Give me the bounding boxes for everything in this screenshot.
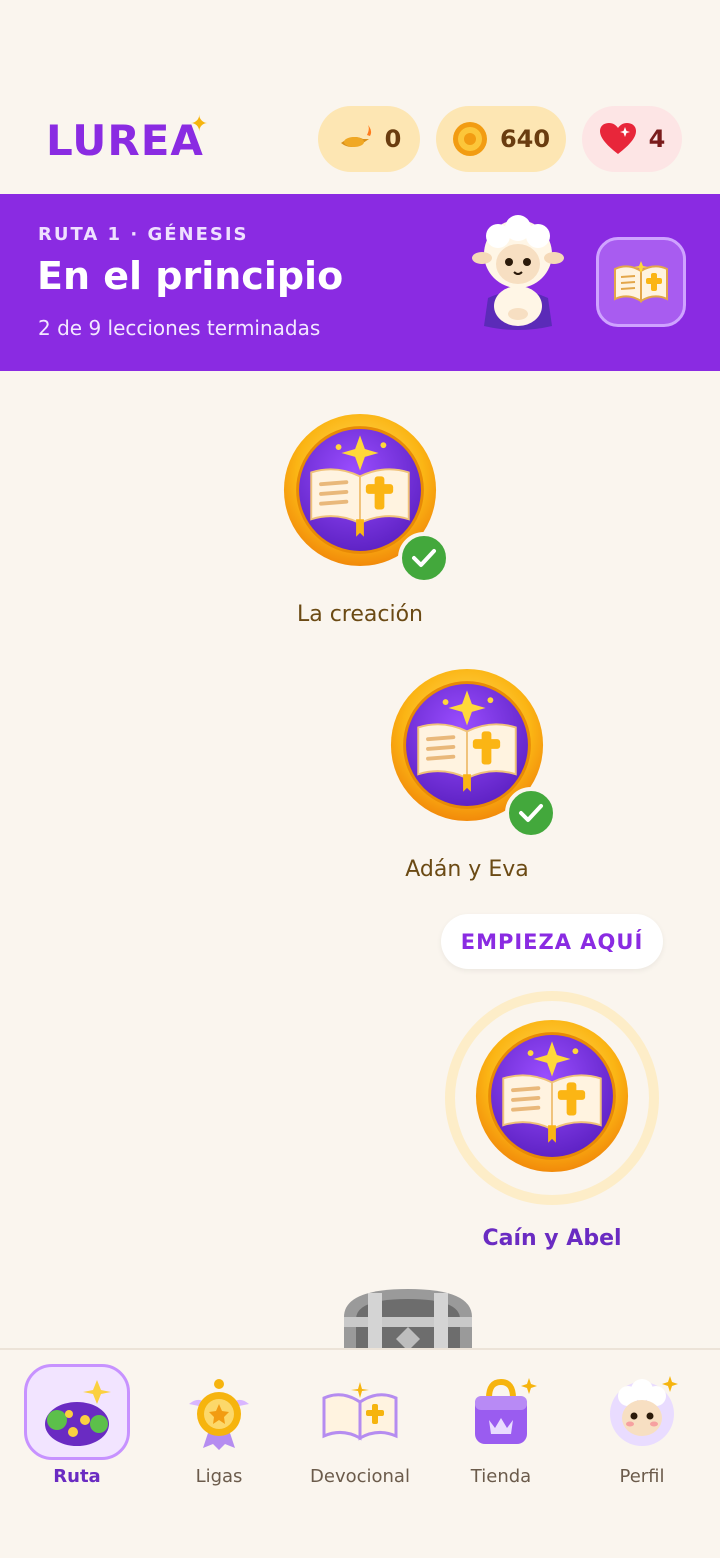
nav-tab-ruta[interactable]: Ruta [17,1350,137,1487]
coin-count: 640 [499,125,551,153]
treasure-chest-icon[interactable] [338,1287,478,1351]
completed-check-icon [505,787,557,839]
route-banner: RUTA 1 · GÉNESIS En el principio 2 de 9 … [0,194,720,371]
heart-icon [599,123,636,154]
nav-tab-tienda[interactable]: Tienda [441,1350,561,1487]
shop-bag-icon [475,1378,537,1444]
route-map-icon [45,1380,111,1446]
sheep-mascot-icon [472,215,564,330]
lamp-count: 0 [384,125,402,153]
lesson-label-1: La creación [296,602,424,627]
sheep-profile-icon [610,1376,678,1446]
lesson-medal-icon [474,1018,630,1175]
start-here-tooltip: EMPIEZA AQUÍ [441,914,663,969]
devotional-book-icon [322,1382,398,1441]
nav-label-ruta: Ruta [53,1466,101,1487]
logo-sparkle-icon: ✦ [190,112,209,137]
route-title: En el principio [37,254,344,298]
heart-counter[interactable]: 4 [582,106,682,172]
lesson-label-3: Caín y Abel [482,1226,622,1251]
bible-guide-button[interactable] [596,237,686,327]
nav-tab-devocional[interactable]: Devocional [300,1350,420,1487]
lamp-counter[interactable]: 0 [318,106,420,172]
bible-icon [614,261,668,303]
completed-check-icon [398,532,450,584]
route-eyebrow: RUTA 1 · GÉNESIS [38,224,249,245]
nav-label-devocional: Devocional [310,1466,410,1487]
route-progress: 2 de 9 lecciones terminadas [38,316,321,340]
coin-counter[interactable]: 640 [436,106,566,172]
league-medal-icon [189,1379,249,1450]
lesson-label-2: Adán y Eva [405,857,529,882]
nav-label-perfil: Perfil [619,1466,665,1487]
nav-tab-perfil[interactable]: Perfil [582,1350,702,1487]
coin-icon [452,122,487,156]
nav-label-tienda: Tienda [470,1466,532,1487]
nav-label-ligas: Ligas [195,1466,243,1487]
nav-tab-ligas[interactable]: Ligas [159,1350,279,1487]
bottom-navigation: Ruta Ligas Devocional Tienda Perfil [0,1348,720,1558]
lesson-node-3[interactable] [474,1016,630,1180]
top-header: LUREA ✦ 0 640 4 [0,106,720,172]
heart-count: 4 [648,125,666,153]
oil-lamp-icon [340,125,371,147]
app-logo: LUREA [46,116,204,165]
